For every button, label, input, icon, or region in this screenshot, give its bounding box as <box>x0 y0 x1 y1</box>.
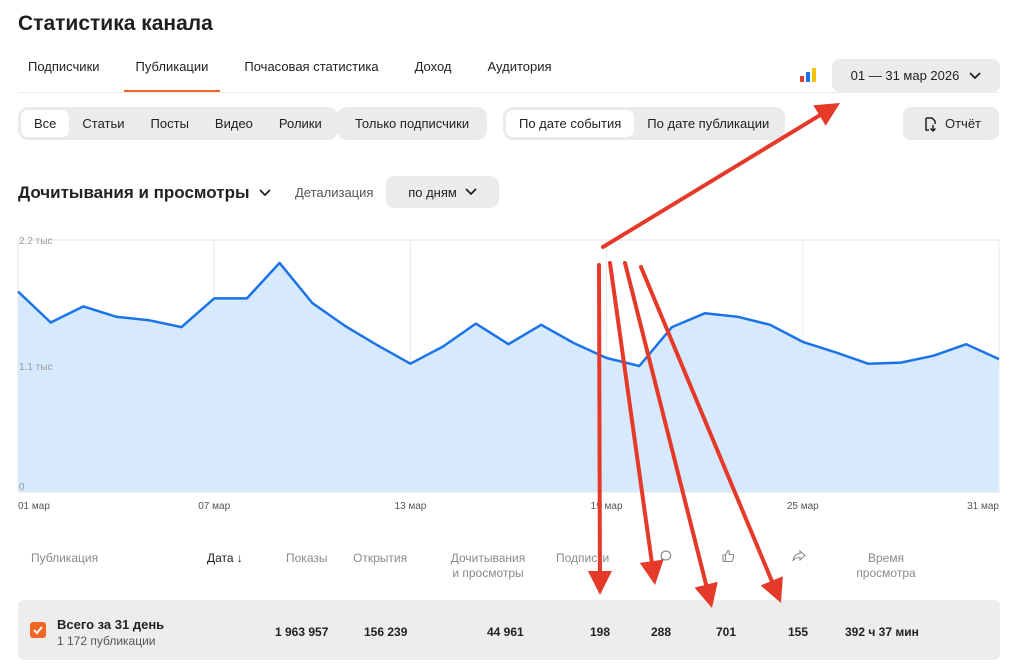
y-tick-label-0: 2.2 тыс <box>19 236 52 247</box>
chevron-down-icon <box>259 189 272 197</box>
y-tick-label-2: 0 <box>19 482 25 493</box>
page-title: Статистика канала <box>18 12 213 35</box>
detail-value: по дням <box>408 184 457 200</box>
col-impressions: Показы <box>286 551 328 565</box>
x-tick-label-2: 13 мар <box>394 501 426 512</box>
subscribers-only-toggle[interactable]: Только подписчики <box>337 107 488 140</box>
x-tick-label-4: 25 мар <box>787 501 819 512</box>
filter-all[interactable]: Все <box>21 110 70 137</box>
tab-income[interactable]: Доход <box>415 52 452 92</box>
x-tick-label-5: 31 мар <box>967 501 999 512</box>
filter-posts[interactable]: Посты <box>138 110 202 137</box>
report-label: Отчёт <box>944 116 982 131</box>
col-date[interactable]: Дата ↓ <box>207 551 243 566</box>
detail-label: Детализация <box>295 185 374 200</box>
col-opens: Открытия <box>353 551 408 565</box>
col-watch-time-line1: Время <box>867 551 905 565</box>
table-row-total[interactable]: Всего за 31 день 1 172 публикации 1 963 … <box>18 600 1000 660</box>
total-subscriptions: 198 <box>590 625 611 639</box>
tab-hourly-stats[interactable]: Почасовая статистика <box>244 52 378 92</box>
comment-icon <box>660 550 672 562</box>
download-report-icon <box>925 116 937 132</box>
total-subtitle: 1 172 публикации <box>57 634 156 648</box>
y-tick-label-1: 1.1 тыс <box>19 362 52 373</box>
col-reads-views-line1: Дочитывания <box>450 551 526 565</box>
total-opens: 156 239 <box>364 625 408 639</box>
tabs-divider <box>18 92 999 93</box>
total-checkbox[interactable] <box>30 622 46 638</box>
total-likes: 701 <box>716 625 737 639</box>
total-title: Всего за 31 день <box>57 617 165 632</box>
date-range-picker[interactable]: 01 — 31 мар 2026 <box>832 59 1000 92</box>
table-header: Публикация Дата ↓ Показы Открытия Дочиты… <box>0 549 1013 589</box>
checkmark-icon <box>33 626 43 635</box>
date-mode-publication[interactable]: По дате публикации <box>634 110 782 137</box>
content-type-filter: Все Статьи Посты Видео Ролики <box>18 107 338 140</box>
metric-title: Дочитывания и просмотры <box>18 183 250 202</box>
tab-bar: Подписчики Публикации Почасовая статисти… <box>18 52 588 92</box>
detail-select[interactable]: по дням <box>386 176 499 208</box>
arrow-to-date-range-head <box>813 103 840 126</box>
arrow-down-icon: ↓ <box>236 551 243 565</box>
chevron-down-icon <box>465 188 477 196</box>
col-watch-time: Время просмотра <box>846 551 926 581</box>
col-reads-views: Дочитывания и просмотры <box>440 551 536 581</box>
x-tick-label-3: 19 мар <box>591 501 623 512</box>
total-reads-views: 44 961 <box>487 625 524 639</box>
like-icon <box>722 549 735 563</box>
share-icon <box>792 549 806 562</box>
date-mode-event[interactable]: По дате события <box>506 110 635 137</box>
metric-selector[interactable]: Дочитывания и просмотры <box>18 183 272 203</box>
reads-views-chart: 2.2 тыс 1.1 тыс 0 01 мар 07 мар 13 мар 19 мар 2… <box>17 236 1000 512</box>
total-comments: 288 <box>651 625 672 639</box>
col-publication: Публикация <box>31 551 99 565</box>
chevron-down-icon <box>969 71 981 79</box>
tab-subscribers[interactable]: Подписчики <box>28 52 100 92</box>
date-mode-filter: По дате события По дате публикации <box>503 107 786 140</box>
col-subscriptions: Подписки <box>556 551 610 565</box>
tab-audience[interactable]: Аудитория <box>488 52 552 92</box>
col-watch-time-line2: просмотра <box>856 566 916 580</box>
col-date-label: Дата <box>207 551 234 565</box>
total-impressions: 1 963 957 <box>275 625 329 639</box>
bar-chart-icon <box>800 68 816 82</box>
total-watch-time: 392 ч 37 мин <box>845 625 919 639</box>
filter-articles[interactable]: Статьи <box>69 110 137 137</box>
filter-video[interactable]: Видео <box>202 110 266 137</box>
col-reads-views-line2: и просмотры <box>452 566 524 580</box>
x-tick-label-1: 07 мар <box>198 501 230 512</box>
date-range-label: 01 — 31 мар 2026 <box>850 68 960 83</box>
x-tick-label-0: 01 мар <box>18 501 50 512</box>
total-shares: 155 <box>788 625 809 639</box>
tab-publications[interactable]: Публикации <box>123 52 221 92</box>
filter-shorts[interactable]: Ролики <box>266 110 335 137</box>
report-button[interactable]: Отчёт <box>903 107 999 140</box>
